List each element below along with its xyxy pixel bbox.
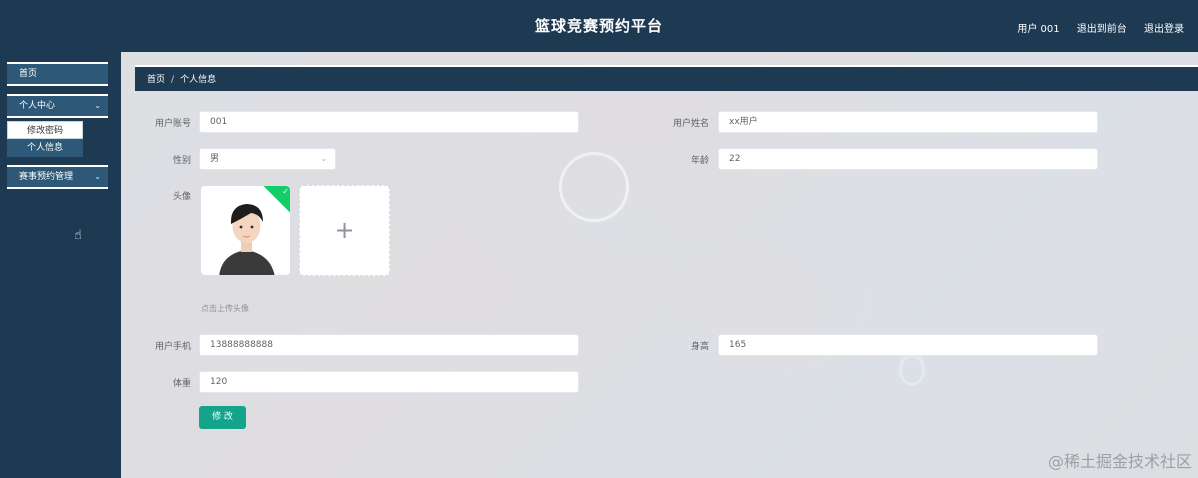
hand-cursor-icon: ☝ <box>74 228 82 243</box>
gender-select[interactable]: 男 ⌄ <box>199 148 336 170</box>
phone-label: 用户手机 <box>154 342 191 352</box>
watermark: @稀土掘金技术社区 <box>1047 452 1192 471</box>
modify-button[interactable]: 修 改 <box>199 406 246 429</box>
sidebar-subitem-personal-info[interactable]: 个人信息 <box>7 139 83 157</box>
sidebar-item-match-booking[interactable]: 赛事预约管理 ⌄ <box>7 165 108 189</box>
chevron-down-icon: ⌄ <box>320 154 327 163</box>
user-label[interactable]: 用户 001 <box>1017 24 1059 35</box>
age-input[interactable]: 22 <box>718 148 1098 170</box>
plus-icon: + <box>334 216 355 244</box>
account-input[interactable]: 001 <box>199 111 579 133</box>
avatar-upload-hint: 点击上传头像 <box>201 304 249 313</box>
sidebar-item-personal-center[interactable]: 个人中心 ⌄ <box>7 94 108 118</box>
top-right-links: 用户 001 退出到前台 退出登录 <box>1003 20 1184 35</box>
name-input[interactable]: xx用户 <box>718 111 1098 133</box>
avatar-preview[interactable]: ✓ <box>200 185 291 276</box>
back-to-frontend-link[interactable]: 退出到前台 <box>1077 24 1127 35</box>
height-label: 身高 <box>690 342 709 352</box>
sidebar-item-label: 首页 <box>19 69 38 79</box>
breadcrumb-home[interactable]: 首页 <box>147 75 165 85</box>
sidebar-subitem-change-password[interactable]: 修改密码 <box>7 121 83 139</box>
avatar-label: 头像 <box>172 192 191 202</box>
sidebar-item-label: 赛事预约管理 <box>19 172 74 182</box>
top-bar: 篮球竞赛预约平台 用户 001 退出到前台 退出登录 <box>0 0 1198 52</box>
sidebar-item-label: 个人中心 <box>19 101 56 111</box>
sidebar-item-home[interactable]: 首页 <box>7 62 108 86</box>
account-label: 用户账号 <box>154 119 191 129</box>
weight-input[interactable]: 120 <box>199 371 579 393</box>
breadcrumb-separator: / <box>171 75 175 85</box>
chevron-down-icon: ⌄ <box>94 101 101 110</box>
logout-link[interactable]: 退出登录 <box>1144 24 1184 35</box>
main-content: 首页 / 个人信息 用户账号 001 用户姓名 xx用户 性别 男 ⌄ 年龄 22 … <box>121 52 1198 478</box>
name-label: 用户姓名 <box>672 119 709 129</box>
breadcrumb: 首页 / 个人信息 <box>135 65 1198 91</box>
phone-input[interactable]: 13888888888 <box>199 334 579 356</box>
age-label: 年龄 <box>690 156 709 166</box>
gender-value: 男 <box>210 154 220 164</box>
breadcrumb-current: 个人信息 <box>180 75 217 85</box>
gender-label: 性别 <box>172 156 191 166</box>
chevron-down-icon: ⌄ <box>94 172 101 181</box>
check-icon: ✓ <box>282 187 289 196</box>
sidebar: 首页 个人中心 ⌄ 修改密码 个人信息 赛事预约管理 ⌄ ☝ <box>0 52 121 478</box>
avatar-upload-button[interactable]: + <box>299 185 390 276</box>
weight-label: 体重 <box>172 379 191 389</box>
height-input[interactable]: 165 <box>718 334 1098 356</box>
